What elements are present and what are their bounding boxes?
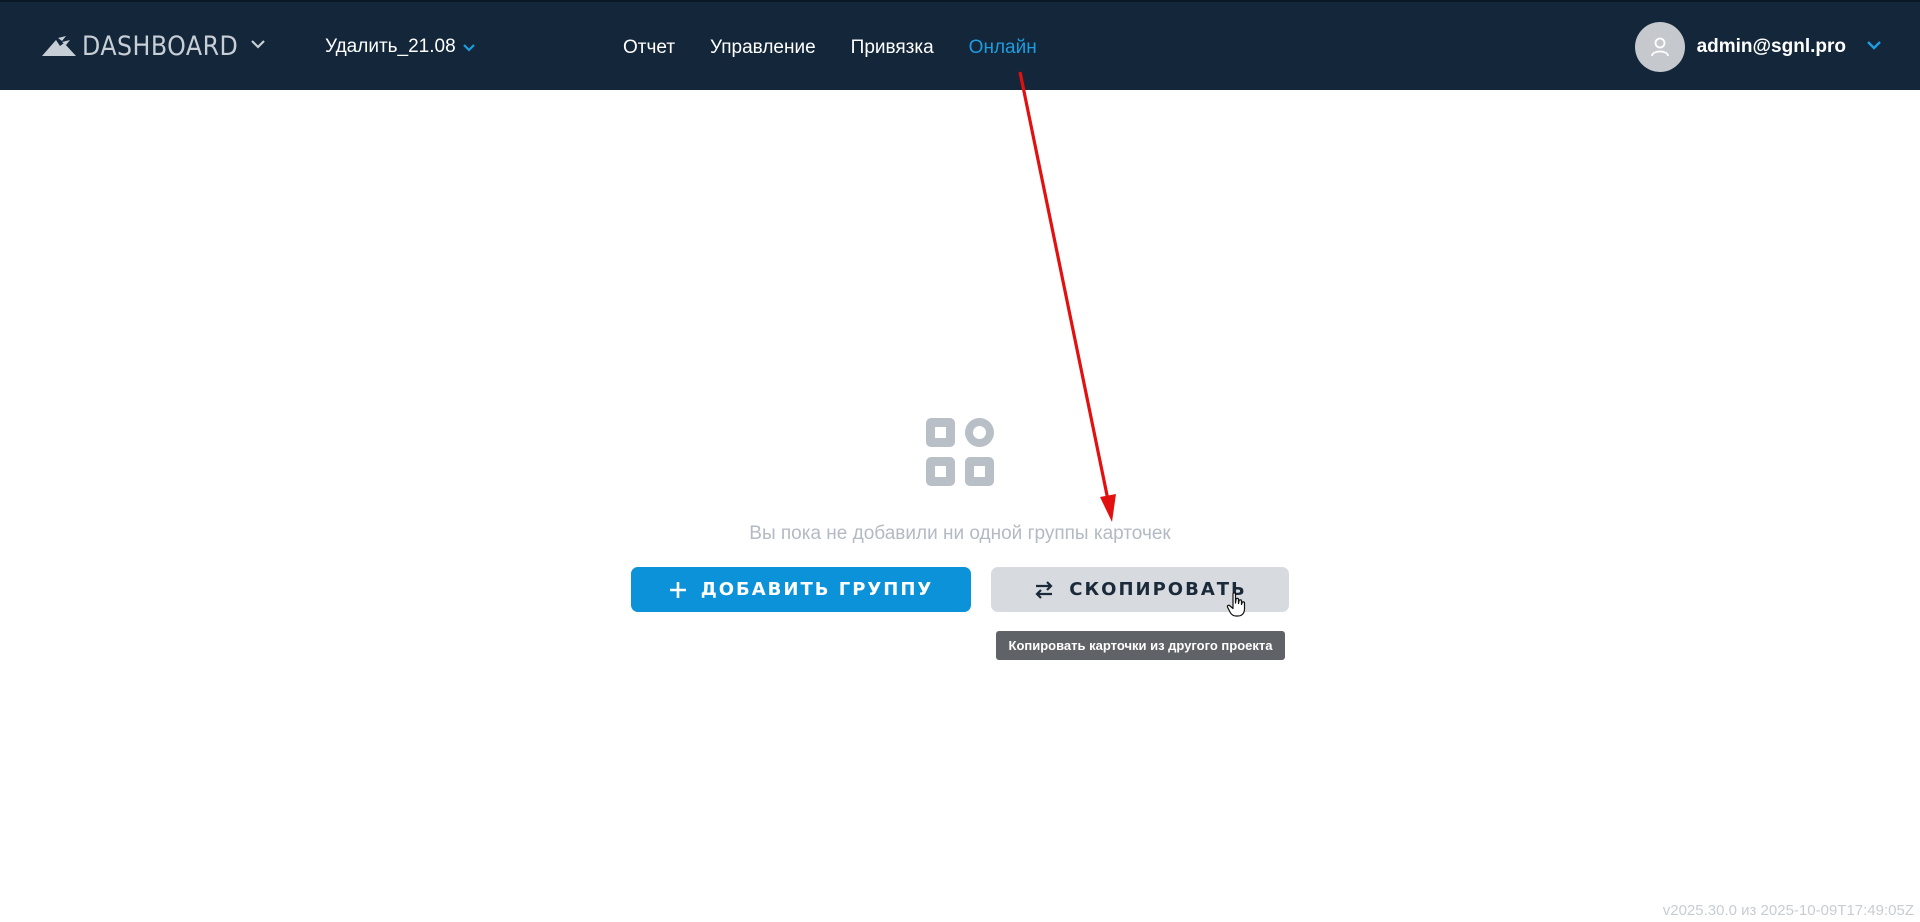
copy-button-label: СКОПИРОВАТЬ <box>1069 579 1247 600</box>
nav-item-report[interactable]: Отчет <box>623 37 675 59</box>
copy-tooltip: Копировать карточки из другого проекта <box>996 631 1285 660</box>
nav-item-management[interactable]: Управление <box>710 37 816 59</box>
nav-item-binding[interactable]: Привязка <box>851 37 934 59</box>
swap-arrows-icon <box>1033 580 1055 600</box>
logo-mark-icon <box>42 34 76 58</box>
cards-grid-icon <box>926 418 994 486</box>
chevron-down-icon <box>462 37 476 59</box>
add-group-label: ДОБАВИТЬ ГРУППУ <box>700 579 934 600</box>
chevron-down-icon <box>1866 38 1882 56</box>
hand-cursor-icon <box>1226 592 1248 623</box>
main-nav: Отчет Управление Привязка Онлайн <box>623 37 1037 59</box>
user-icon <box>1650 37 1669 57</box>
user-email: admin@sgnl.pro <box>1696 36 1846 57</box>
logo-text: DASHBOARD <box>82 30 239 62</box>
top-navigation-bar: DASHBOARD Удалить_21.08 Отчет Управление… <box>0 0 1920 90</box>
project-name: Удалить_21.08 <box>325 36 456 57</box>
dashboard-logo[interactable]: DASHBOARD <box>42 28 265 64</box>
user-menu[interactable]: admin@sgnl.pro <box>1634 22 1882 72</box>
nav-item-online[interactable]: Онлайн <box>969 37 1037 59</box>
add-group-button[interactable]: ДОБАВИТЬ ГРУППУ <box>631 567 971 612</box>
empty-state-message: Вы пока не добавили ни одной группы карт… <box>749 523 1171 544</box>
version-label: v2025.30.0 из 2025-10-09T17:49:05Z <box>1662 902 1914 919</box>
project-selector[interactable]: Удалить_21.08 <box>325 35 476 59</box>
chevron-down-icon[interactable] <box>250 38 266 50</box>
plus-icon <box>669 581 687 599</box>
avatar <box>1634 22 1685 72</box>
